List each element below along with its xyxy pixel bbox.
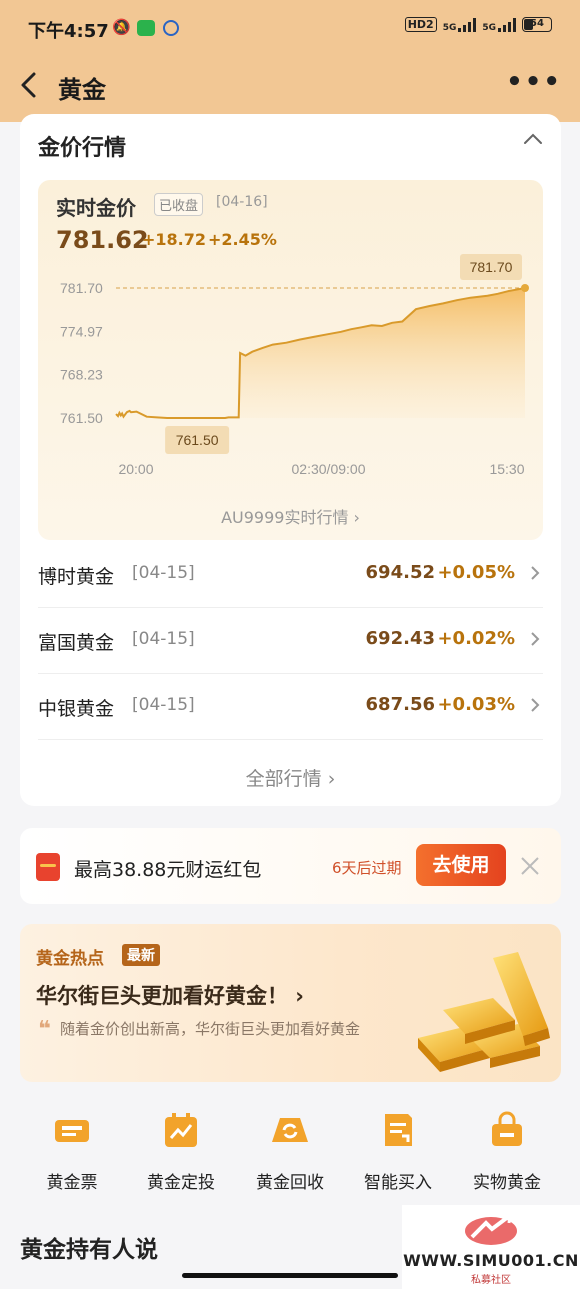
- realtime-price: 781.62: [56, 226, 149, 254]
- shortcut-smart-buy[interactable]: 智能买入: [348, 1110, 448, 1193]
- home-indicator[interactable]: [182, 1273, 398, 1278]
- watermark-logo: [465, 1213, 517, 1245]
- back-arrow-icon[interactable]: [16, 70, 44, 100]
- realtime-date: [04-16]: [216, 194, 268, 210]
- fund-name: 中银黄金: [38, 698, 115, 720]
- holders-section-title: 黄金持有人说: [20, 1237, 158, 1263]
- ticket-icon: [55, 1120, 89, 1142]
- fund-change-pct: +0.05%: [437, 562, 515, 583]
- shortcut-gold-recycle[interactable]: 黄金回收: [240, 1110, 340, 1193]
- watermark-url: WWW.SIMU001.CN: [403, 1251, 579, 1270]
- new-badge: 最新: [122, 944, 160, 966]
- quote-icon: ❝: [38, 1017, 51, 1042]
- latest-price-dot: [521, 284, 529, 292]
- status-indicators: HD2 5G 5G 54: [404, 17, 552, 32]
- realtime-change-pct: +2.45%: [208, 230, 277, 249]
- signal-icon-2: 5G: [482, 17, 516, 32]
- chevron-right-icon: ›: [348, 508, 360, 527]
- fund-row-boshi[interactable]: 博时黄金 [04-15] 694.52 +0.05%: [38, 542, 543, 608]
- red-packet-expiry: 6天后过期: [332, 859, 402, 877]
- use-button[interactable]: 去使用: [416, 844, 506, 886]
- gold-bars-image: [418, 952, 550, 1072]
- calendar-chart-icon: [165, 1113, 197, 1147]
- mute-bell-icon: 🔕: [112, 18, 131, 36]
- bag-icon: [492, 1111, 522, 1146]
- market-card: 金价行情 实时金价 已收盘 [04-16] 781.62 +18.72 +2.4…: [20, 114, 561, 806]
- page-title: 黄金: [58, 76, 106, 104]
- price-area: [240, 288, 525, 418]
- chevron-right-icon: [531, 566, 540, 580]
- watermark-subtitle: 私募社区: [471, 1275, 511, 1286]
- fund-change-pct: +0.03%: [437, 694, 515, 715]
- high-price-tag: 781.70: [460, 254, 522, 280]
- low-price-tag: 761.50: [165, 426, 230, 454]
- red-packet-text: 最高38.88元财运红包: [74, 859, 262, 881]
- fund-price: 687.56: [365, 694, 435, 715]
- app-notification-icon-2: [163, 20, 179, 36]
- red-packet-banner[interactable]: 最高38.88元财运红包 6天后过期 去使用: [20, 828, 561, 904]
- fund-list: 博时黄金 [04-15] 694.52 +0.05% 富国黄金 [04-15] …: [38, 542, 543, 740]
- top-bar: 下午4:57 🔕 HD2 5G 5G 54 黄金 •••: [0, 0, 580, 122]
- hot-topic-banner[interactable]: 黄金热点 最新 华尔街巨头更加看好黄金！ › ❝ 随着金价创出新高，华尔街巨头更…: [20, 924, 561, 1082]
- site-watermark: WWW.SIMU001.CN 私募社区: [402, 1205, 580, 1289]
- chevron-right-icon: ›: [288, 984, 304, 1008]
- y-tick-label: 768.23: [60, 367, 103, 383]
- red-packet-icon: [36, 853, 60, 881]
- fund-price: 692.43: [365, 628, 435, 649]
- recycle-icon: [272, 1118, 308, 1142]
- x-tick-label: 20:00: [118, 461, 153, 477]
- realtime-change: +18.72: [142, 230, 207, 249]
- y-tick-label: 774.97: [60, 323, 103, 339]
- nav-bar: 黄金 •••: [0, 60, 580, 112]
- fund-row-zhongyin[interactable]: 中银黄金 [04-15] 687.56 +0.03%: [38, 674, 543, 740]
- fund-date: [04-15]: [132, 629, 195, 649]
- chevron-right-icon: [531, 632, 540, 646]
- battery-icon: 54: [522, 17, 552, 32]
- fund-price: 694.52: [365, 562, 435, 583]
- shortcut-gold-ticket[interactable]: 黄金票: [22, 1110, 122, 1193]
- hot-topic-title: 华尔街巨头更加看好黄金！ ›: [36, 984, 304, 1008]
- svg-text:761.50: 761.50: [176, 432, 219, 448]
- app-notification-icon: [137, 20, 155, 36]
- fund-date: [04-15]: [132, 695, 195, 715]
- market-section-title: 金价行情: [38, 136, 127, 161]
- status-time: 下午4:57: [28, 21, 109, 42]
- fund-name: 博时黄金: [38, 566, 115, 588]
- svg-text:781.70: 781.70: [470, 259, 513, 275]
- document-icon: [385, 1114, 412, 1146]
- signal-icon: 5G: [443, 17, 477, 32]
- hd-voice-icon: HD2: [404, 17, 437, 32]
- chevron-right-icon: [531, 698, 540, 712]
- x-tick-label: 02:30/09:00: [292, 461, 366, 477]
- hot-topic-subtitle: 随着金价创出新高，华尔街巨头更加看好黄金: [60, 1020, 361, 1038]
- chevron-right-icon: ›: [321, 768, 336, 790]
- shortcut-row: 黄金票 黄金定投 黄金回收 智能买入 实物黄金: [0, 1110, 580, 1200]
- close-icon[interactable]: [518, 854, 542, 878]
- hot-topic-tag: 黄金热点: [36, 949, 104, 969]
- status-bar: 下午4:57 🔕 HD2 5G 5G 54: [0, 0, 580, 60]
- gold-price-chart[interactable]: 781.70 774.97 768.23 761.50 781.70 761.50 2…: [38, 254, 543, 494]
- au9999-link[interactable]: AU9999实时行情 ›: [38, 504, 543, 528]
- more-options-icon[interactable]: •••: [506, 69, 562, 95]
- shortcut-gold-plan[interactable]: 黄金定投: [131, 1110, 231, 1193]
- y-tick-label: 781.70: [60, 280, 103, 296]
- fund-row-fuguo[interactable]: 富国黄金 [04-15] 692.43 +0.02%: [38, 608, 543, 674]
- y-tick-label: 761.50: [60, 410, 103, 426]
- fund-date: [04-15]: [132, 563, 195, 583]
- realtime-title: 实时金价: [56, 196, 136, 220]
- market-closed-badge: 已收盘: [154, 193, 204, 216]
- collapse-chevron-icon[interactable]: [523, 132, 543, 146]
- shortcut-physical-gold[interactable]: 实物黄金: [457, 1110, 557, 1193]
- all-market-link[interactable]: 全部行情 ›: [20, 764, 561, 791]
- realtime-price-panel[interactable]: 实时金价 已收盘 [04-16] 781.62 +18.72 +2.45% 78…: [38, 180, 543, 540]
- fund-change-pct: +0.02%: [437, 628, 515, 649]
- x-tick-label: 15:30: [489, 461, 524, 477]
- fund-name: 富国黄金: [38, 632, 115, 654]
